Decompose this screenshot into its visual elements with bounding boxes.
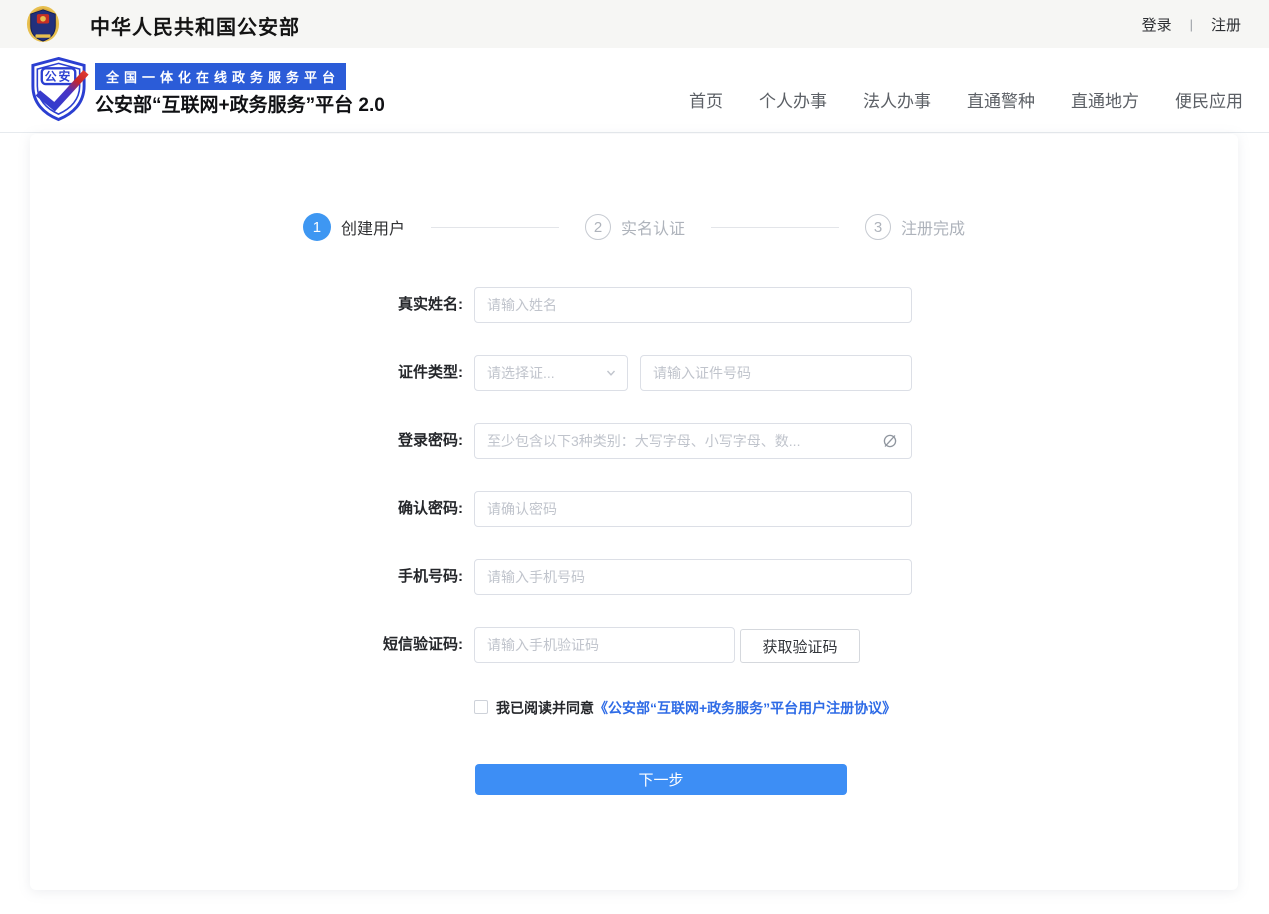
phone-label: 手机号码: <box>130 559 463 595</box>
step-connector <box>711 227 839 228</box>
topbar: 中华人民共和国公安部 登录 | 注册 <box>0 0 1269 48</box>
confirm-password-row: 确认密码: <box>30 491 1238 527</box>
agreement-prefix: 我已阅读并同意 <box>496 700 594 716</box>
step-connector <box>431 227 559 228</box>
agreement-link[interactable]: 《公安部“互联网+政务服务”平台用户注册协议》 <box>594 700 896 716</box>
step-register-done: 3 注册完成 <box>865 214 965 240</box>
nav-legal-person-services[interactable]: 法人办事 <box>863 87 931 112</box>
step-3-label: 注册完成 <box>901 215 965 239</box>
nav-personal-services[interactable]: 个人办事 <box>759 87 827 112</box>
registration-card: 1 创建用户 2 实名认证 3 注册完成 真实姓名: 证件类型: 请选择证...… <box>30 134 1238 890</box>
phone-row: 手机号码: <box>30 559 1238 595</box>
login-link[interactable]: 登录 <box>1142 14 1172 35</box>
nav-police-categories[interactable]: 直通警种 <box>967 87 1035 112</box>
password-input[interactable] <box>474 423 912 459</box>
confirm-password-input[interactable] <box>474 491 912 527</box>
agreement-text: 我已阅读并同意《公安部“互联网+政务服务”平台用户注册协议》 <box>496 697 898 719</box>
password-row: 登录密码: <box>30 423 1238 459</box>
next-step-button[interactable]: 下一步 <box>475 764 847 795</box>
header: 公安 全国一体化在线政务服务平台 公安部“互联网+政务服务”平台 2.0 首页 … <box>0 48 1269 133</box>
id-type-select-placeholder: 请选择证... <box>487 363 605 383</box>
step-2-circle: 2 <box>585 214 611 240</box>
gongan-shield-icon: 公安 <box>27 55 90 123</box>
step-create-user: 1 创建用户 <box>303 213 405 241</box>
police-badge-icon <box>26 5 60 43</box>
eye-off-icon[interactable] <box>880 432 900 450</box>
real-name-label: 真实姓名: <box>130 287 463 323</box>
main-nav: 首页 个人办事 法人办事 直通警种 直通地方 便民应用 <box>689 87 1243 112</box>
id-number-input[interactable] <box>640 355 912 391</box>
sms-code-row: 短信验证码: 获取验证码 <box>30 627 1238 663</box>
id-type-label: 证件类型: <box>130 355 463 391</box>
national-platform-banner: 全国一体化在线政务服务平台 <box>95 63 346 90</box>
sms-code-label: 短信验证码: <box>130 627 463 663</box>
step-indicator: 1 创建用户 2 实名认证 3 注册完成 <box>30 213 1238 241</box>
step-2-label: 实名认证 <box>621 215 685 239</box>
confirm-password-label: 确认密码: <box>130 491 463 527</box>
step-identity-verify: 2 实名认证 <box>585 214 685 240</box>
agreement-checkbox[interactable] <box>474 700 488 714</box>
step-1-circle: 1 <box>303 213 331 241</box>
register-link[interactable]: 注册 <box>1211 14 1241 35</box>
chevron-down-icon <box>605 367 617 379</box>
id-type-select[interactable]: 请选择证... <box>474 355 628 391</box>
sms-code-input[interactable] <box>474 627 735 663</box>
step-3-circle: 3 <box>865 214 891 240</box>
site-title: 中华人民共和国公安部 <box>90 11 300 40</box>
step-1-label: 创建用户 <box>341 215 405 239</box>
account-links: 登录 | 注册 <box>1142 0 1241 48</box>
id-type-row: 证件类型: 请选择证... <box>30 355 1238 391</box>
nav-local-services[interactable]: 直通地方 <box>1071 87 1139 112</box>
password-label: 登录密码: <box>130 423 463 459</box>
real-name-row: 真实姓名: <box>30 287 1238 323</box>
real-name-input[interactable] <box>474 287 912 323</box>
platform-title: 公安部“互联网+政务服务”平台 2.0 <box>95 90 385 117</box>
agreement-row: 我已阅读并同意《公安部“互联网+政务服务”平台用户注册协议》 <box>474 697 898 719</box>
get-sms-code-button[interactable]: 获取验证码 <box>740 629 860 663</box>
phone-input[interactable] <box>474 559 912 595</box>
nav-home[interactable]: 首页 <box>689 87 723 112</box>
nav-convenience-apps[interactable]: 便民应用 <box>1175 87 1243 112</box>
divider: | <box>1190 17 1193 32</box>
svg-text:公安: 公安 <box>45 70 73 84</box>
